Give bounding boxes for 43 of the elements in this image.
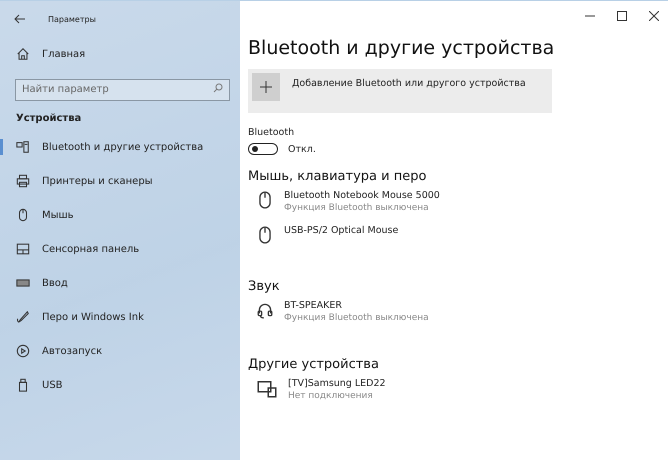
back-arrow-icon[interactable]	[14, 14, 26, 24]
group-heading: Мышь, клавиатура и перо	[248, 169, 428, 184]
nav-item[interactable]: Bluetooth и другие устройства	[42, 142, 204, 152]
nav-item[interactable]: Принтеры и сканеры	[42, 176, 153, 186]
group-heading: Другие устройства	[248, 357, 380, 372]
printer-icon	[16, 174, 30, 188]
device-name[interactable]: BT-SPEAKER	[284, 300, 429, 311]
maximize-icon	[617, 11, 627, 21]
mouse-icon	[16, 208, 30, 222]
toggle-state: Откл.	[288, 144, 316, 154]
pen-icon	[16, 310, 30, 324]
device-name[interactable]: Bluetooth Notebook Mouse 5000	[284, 190, 440, 201]
nav-item[interactable]: Автозапуск	[42, 346, 102, 356]
search-field[interactable]: Найти параметр	[15, 78, 230, 100]
window-title: Параметры	[48, 14, 96, 24]
close-icon	[649, 11, 659, 21]
touchpad-icon	[16, 242, 30, 256]
maximize-button[interactable]	[614, 9, 630, 23]
search-icon	[213, 83, 223, 93]
plus-icon	[252, 73, 280, 101]
autoplay-icon	[16, 344, 30, 358]
bluetooth-label: Bluetooth	[248, 127, 296, 138]
home-icon	[16, 47, 30, 61]
device-name[interactable]: [TV]Samsung LED22	[288, 378, 386, 389]
section-heading: Устройства	[15, 112, 82, 126]
bluetooth-toggle[interactable]	[248, 143, 278, 155]
device-status: Нет подключения	[288, 391, 374, 401]
add-device-button[interactable]: Добавление Bluetooth или другого устройства	[248, 69, 552, 113]
nav-item[interactable]: Ввод	[42, 278, 68, 288]
nav-item[interactable]: Сенсорная панель	[42, 244, 140, 254]
device-icon	[16, 140, 30, 154]
close-button[interactable]	[646, 9, 662, 23]
device-status: Функция Bluetooth выключена	[284, 203, 430, 213]
nav-item[interactable]: Перо и Windows Ink	[42, 312, 144, 322]
nav-item[interactable]: Мышь	[42, 210, 74, 220]
group-heading: Звук	[248, 279, 281, 294]
page-title: Bluetooth и другие устройства	[248, 37, 556, 59]
home-link[interactable]: Главная	[42, 48, 86, 60]
device-status: Функция Bluetooth выключена	[284, 313, 429, 323]
display-icon	[256, 378, 278, 398]
device-name[interactable]: USB-PS/2 Optical Mouse	[284, 225, 398, 236]
usb-icon	[16, 378, 30, 392]
nav-item[interactable]: USB	[42, 380, 63, 390]
